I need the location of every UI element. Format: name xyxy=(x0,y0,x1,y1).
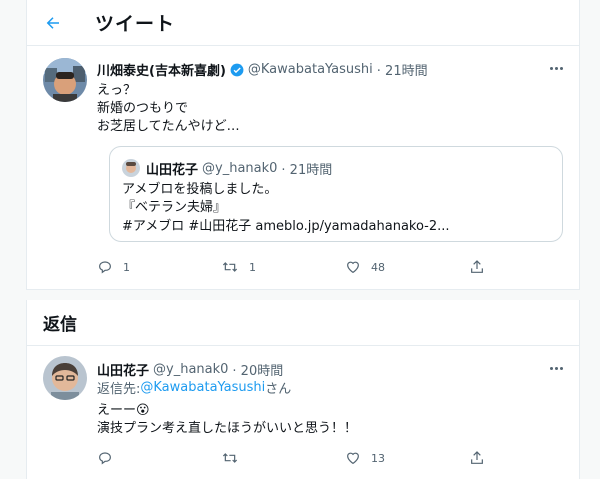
quote-author-name: 山田花子 xyxy=(146,163,199,178)
reply-icon xyxy=(99,261,111,274)
replying-to: 返信先: @KawabataYasushi さん xyxy=(97,378,291,397)
tweet-author-line: 川畑泰史(吉本新喜劇) @KawabataYasushi · 21時間 xyxy=(97,60,428,79)
reply-author-name[interactable]: 山田花子 xyxy=(97,360,149,379)
reply-count: 1 xyxy=(123,260,130,274)
retweet-icon xyxy=(222,262,238,272)
back-arrow-icon[interactable] xyxy=(43,13,63,33)
reply-like-button[interactable]: 13 xyxy=(345,450,469,466)
quote-author-handle: @y_hanak0 xyxy=(202,161,278,176)
share-icon xyxy=(471,260,483,273)
avatar[interactable] xyxy=(43,58,87,102)
reply-text-line-2: 演技プラン考え直したほうがいいと思う！！ xyxy=(97,421,358,436)
quote-avatar xyxy=(122,159,140,177)
quote-line-1: アメブロを投稿しました。 xyxy=(122,182,278,197)
heart-icon xyxy=(347,261,359,274)
replying-to-suffix: さん xyxy=(265,382,292,397)
reply-more-options-icon[interactable] xyxy=(550,367,563,370)
tweet-actions: 1 1 48 xyxy=(97,259,485,275)
quote-line-2: 『ベテラン夫婦』 xyxy=(122,200,227,215)
retweet-icon xyxy=(222,453,238,463)
reply-retweet-button[interactable] xyxy=(221,450,345,466)
quoted-tweet[interactable]: 山田花子 @y_hanak0 · 21時間 アメブロを投稿しました。 『ベテラン… xyxy=(109,146,563,242)
reply-time[interactable]: · 20時間 xyxy=(232,360,283,379)
heart-icon xyxy=(347,452,359,465)
share-icon xyxy=(471,451,483,464)
replying-to-handle[interactable]: @KawabataYasushi xyxy=(140,380,265,395)
main-tweet[interactable]: 川畑泰史(吉本新喜劇) @KawabataYasushi · 21時間 えっ？ … xyxy=(26,46,580,290)
replies-heading: 返信 xyxy=(26,300,580,346)
quote-line-3[interactable]: #アメブロ #山田花子 ameblo.jp/yamadahanako-2... xyxy=(122,218,450,236)
reply-share-button[interactable] xyxy=(469,450,485,466)
reply-button[interactable]: 1 xyxy=(97,259,221,275)
reply-author-line: 山田花子 @y_hanak0 · 20時間 xyxy=(97,360,283,379)
quote-author-line: 山田花子 @y_hanak0 · 21時間 xyxy=(146,159,332,178)
reply-reply-button[interactable] xyxy=(97,450,221,466)
reply-tweet[interactable]: 山田花子 @y_hanak0 · 20時間 返信先: @KawabataYasu… xyxy=(26,346,580,479)
author-name[interactable]: 川畑泰史(吉本新喜劇) xyxy=(97,60,226,79)
retweet-button[interactable]: 1 xyxy=(221,259,345,275)
quote-time: · 21時間 xyxy=(281,163,333,178)
reply-icon xyxy=(99,452,111,465)
replying-to-prefix: 返信先: xyxy=(97,382,141,397)
reply-text-line-1: えーー😮 xyxy=(97,403,150,418)
top-header: ツイート xyxy=(26,0,580,46)
page-title: ツイート xyxy=(95,13,176,35)
reply-avatar[interactable] xyxy=(43,356,87,400)
like-count: 48 xyxy=(371,260,385,274)
section-gap xyxy=(26,290,580,300)
reply-actions: 13 xyxy=(97,450,485,466)
tweet-text: えっ？ 新婚のつもりで お芝居してたんやけど… xyxy=(97,83,240,134)
share-button[interactable] xyxy=(469,259,485,275)
reply-author-handle[interactable]: @y_hanak0 xyxy=(153,362,228,377)
like-button[interactable]: 48 xyxy=(345,259,469,275)
reply-like-count: 13 xyxy=(371,451,385,465)
verified-badge-icon xyxy=(230,63,244,77)
retweet-count: 1 xyxy=(249,260,256,274)
more-options-icon[interactable] xyxy=(550,67,563,70)
tweet-time[interactable]: · 21時間 xyxy=(377,60,428,79)
author-handle[interactable]: @KawabataYasushi xyxy=(248,62,373,77)
